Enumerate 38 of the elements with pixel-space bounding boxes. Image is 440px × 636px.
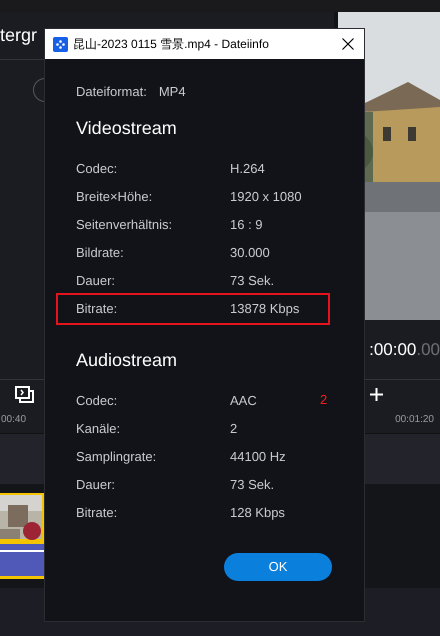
ruler-label: 00:01:20 xyxy=(395,413,434,427)
field-label: Bildrate: xyxy=(76,244,125,262)
field-label: Breite×Höhe: xyxy=(76,188,154,206)
field-value: 30.000 xyxy=(230,244,270,262)
field-label: Codec: xyxy=(76,392,118,410)
field-label: Codec: xyxy=(76,160,118,178)
field-value: 44100 Hz xyxy=(230,448,286,466)
close-icon[interactable] xyxy=(342,38,354,50)
panel-title: tergr xyxy=(0,24,38,47)
field-label: Dateiformat: xyxy=(76,83,147,99)
field-value: 73 Sek. xyxy=(230,272,274,290)
section-heading: Videostream xyxy=(75,116,178,140)
plus-icon[interactable] xyxy=(370,388,383,400)
field-label: Bitrate: xyxy=(76,504,118,522)
timecode: :00:00.00 xyxy=(369,338,440,361)
field-label: Dauer: xyxy=(76,476,116,494)
field-label: Dauer: xyxy=(76,272,116,290)
field-value: 128 Kbps xyxy=(230,504,285,522)
field-value: 13878 Kbps xyxy=(230,300,300,318)
timeline-clip[interactable] xyxy=(0,493,44,579)
field-value: H.264 xyxy=(230,160,265,178)
field-value: 2 xyxy=(230,420,238,438)
field-value: AAC xyxy=(230,392,257,410)
section-heading: Audiostream xyxy=(75,348,178,372)
field-label: Samplingrate: xyxy=(76,448,158,466)
app-icon xyxy=(53,36,68,52)
window-title: 昆山-2023 0115 雪景.mp4 - Dateiinfo xyxy=(73,36,270,53)
field-value: 1920 x 1080 xyxy=(230,188,302,206)
annotation-number: 2 xyxy=(320,391,328,409)
field-label: Kanäle: xyxy=(76,420,122,438)
field-label: Bitrate: xyxy=(76,300,118,318)
clip-icon xyxy=(15,386,34,402)
field-value: 73 Sek. xyxy=(230,476,274,494)
ruler-label: 00:40 xyxy=(1,413,26,427)
field-value: 16 : 9 xyxy=(230,216,263,234)
ok-button[interactable]: OK xyxy=(224,553,332,581)
field-label: Seitenverhältnis: xyxy=(76,216,174,234)
field-value: MP4 xyxy=(158,83,186,99)
